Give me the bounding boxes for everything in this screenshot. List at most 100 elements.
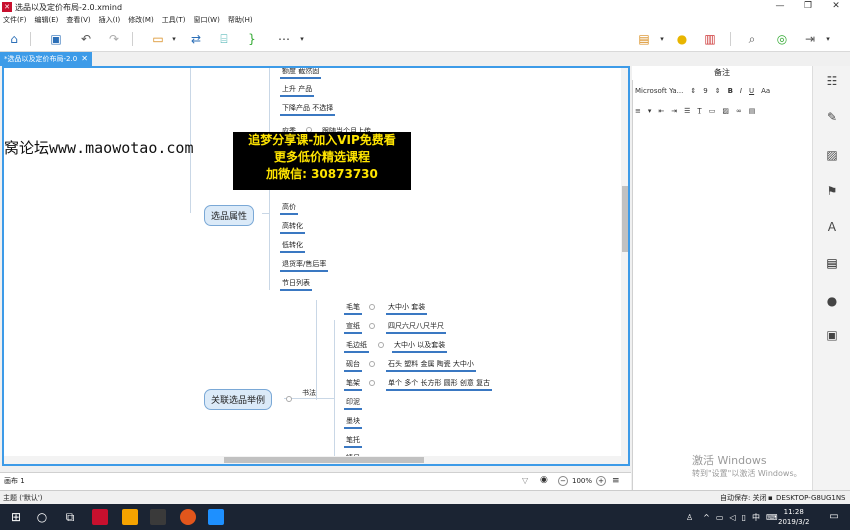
marker-flag-icon[interactable]: ⚑ bbox=[825, 184, 839, 198]
collapse-toggle[interactable] bbox=[286, 396, 292, 402]
leaf-topic[interactable]: 笔架 bbox=[344, 378, 362, 391]
collapse-toggle[interactable] bbox=[369, 380, 375, 386]
paste-icon[interactable]: ▤ bbox=[749, 107, 756, 115]
leaf-topic[interactable]: 宣纸 bbox=[344, 321, 362, 334]
people-icon[interactable]: ♙ bbox=[686, 513, 693, 522]
save-icon[interactable]: ▣ bbox=[48, 31, 64, 47]
leaf-topic[interactable]: 笔托 bbox=[344, 435, 362, 448]
bold-button[interactable]: B bbox=[728, 87, 733, 95]
app-taskbar-icon[interactable] bbox=[122, 509, 138, 525]
zoom-out-button[interactable]: − bbox=[558, 476, 568, 486]
menu-file[interactable]: 文件(F) bbox=[3, 15, 27, 25]
leaf-topic[interactable]: 高转化 bbox=[280, 221, 305, 234]
font-family-dropdown-icon[interactable]: ⇕ bbox=[690, 87, 696, 95]
text-color-icon[interactable]: ▭ bbox=[709, 107, 716, 115]
redo-icon[interactable]: ↷ bbox=[106, 31, 122, 47]
collapse-toggle[interactable] bbox=[369, 361, 375, 367]
clear-format-icon[interactable]: Ṯ bbox=[697, 107, 701, 115]
image-icon[interactable]: ▨ bbox=[825, 148, 839, 162]
format-brush-icon[interactable]: ✎ bbox=[825, 110, 839, 124]
share-icon[interactable]: ◎ bbox=[774, 31, 790, 47]
undo-icon[interactable]: ↶ bbox=[78, 31, 94, 47]
volume-icon[interactable]: ◁ bbox=[729, 513, 735, 522]
zoom-in-button[interactable]: + bbox=[596, 476, 607, 486]
menu-insert[interactable]: 插入(I) bbox=[99, 15, 121, 25]
leaf-topic[interactable]: 额度 截然固 bbox=[280, 68, 322, 79]
eye-icon[interactable]: ◉ bbox=[540, 475, 548, 485]
leaf-topic[interactable]: 上升 产品 bbox=[280, 84, 315, 97]
vertical-scroll-thumb[interactable] bbox=[622, 186, 628, 252]
leaf-topic[interactable]: 节日列表 bbox=[280, 278, 312, 291]
menu-tools[interactable]: 工具(T) bbox=[162, 15, 186, 25]
search-icon[interactable]: ⌕ bbox=[744, 31, 760, 47]
menu-modify[interactable]: 修改(M) bbox=[128, 15, 154, 25]
indent-increase-icon[interactable]: ⇥ bbox=[671, 107, 677, 115]
horizontal-scroll-thumb[interactable] bbox=[224, 457, 424, 463]
more-icon[interactable]: ⋯ bbox=[276, 31, 292, 47]
tab-document[interactable]: *选品以及定价布局-2.0 ✕ bbox=[0, 52, 92, 66]
main-topic-related-examples[interactable]: 关联选品举例 bbox=[204, 389, 273, 410]
summary-icon[interactable]: } bbox=[244, 31, 260, 47]
browser-taskbar-icon[interactable] bbox=[180, 509, 196, 525]
insert-image-icon[interactable]: ▨ bbox=[722, 107, 729, 115]
menu-window[interactable]: 窗口(W) bbox=[193, 15, 219, 25]
notification-icon[interactable]: ▭ bbox=[826, 509, 842, 525]
mindmap-canvas[interactable]: 额度 截然固 上升 产品 下降产品 不选择 应季 跟随当个月上传 窝论坛www.… bbox=[2, 66, 630, 466]
more-dropdown-icon[interactable]: ▾ bbox=[294, 31, 310, 47]
tab-close-icon[interactable]: ✕ bbox=[81, 52, 88, 66]
underline-button[interactable]: U bbox=[749, 87, 754, 95]
app-taskbar-icon[interactable] bbox=[208, 509, 224, 525]
filter-icon[interactable]: ▽ bbox=[522, 476, 528, 485]
export-icon[interactable]: ⇥ bbox=[802, 31, 818, 47]
indent-decrease-icon[interactable]: ⇤ bbox=[658, 107, 664, 115]
main-topic-product-attributes[interactable]: 选品属性 bbox=[204, 205, 255, 226]
close-button[interactable]: ✕ bbox=[822, 0, 850, 14]
leaf-topic[interactable]: 毛边纸 bbox=[344, 340, 369, 353]
branch-calligraphy[interactable]: 书法 bbox=[302, 388, 316, 398]
align-icon[interactable]: ≡ bbox=[635, 107, 641, 115]
list-icon[interactable]: ☰ bbox=[684, 107, 690, 115]
relationship-icon[interactable]: ⇄ bbox=[188, 31, 204, 47]
presentation-icon[interactable]: ▤ bbox=[636, 31, 652, 47]
leaf-topic[interactable]: 墨块 bbox=[344, 416, 362, 429]
font-size-dropdown-icon[interactable]: ⇕ bbox=[715, 87, 721, 95]
sheet-tab[interactable]: 画布 1 bbox=[4, 476, 25, 486]
leaf-detail[interactable]: 石头 塑料 金属 陶瓷 大中小 bbox=[386, 359, 476, 372]
vertical-scrollbar[interactable] bbox=[621, 68, 628, 464]
leaf-topic[interactable]: 砚台 bbox=[344, 359, 362, 372]
brainstorm-bulb-icon[interactable]: ● bbox=[674, 31, 690, 47]
keyboard-icon[interactable]: ⌨ bbox=[766, 513, 778, 522]
leaf-topic[interactable]: 退货率/售后率 bbox=[280, 259, 329, 272]
app-taskbar-icon[interactable] bbox=[150, 509, 166, 525]
leaf-topic[interactable]: 低转化 bbox=[280, 240, 305, 253]
taskbar-clock[interactable]: 11:28 2019/3/2 bbox=[778, 507, 809, 527]
topic-icon[interactable]: ▭ bbox=[150, 31, 166, 47]
autosave-status[interactable]: 自动保存: 关闭 bbox=[720, 491, 767, 505]
style-aa-icon[interactable]: Ａ bbox=[825, 220, 839, 234]
topic-dropdown-icon[interactable]: ▾ bbox=[166, 31, 182, 47]
leaf-detail[interactable]: 大中小 套装 bbox=[386, 302, 428, 315]
menu-view[interactable]: 查看(V) bbox=[66, 15, 90, 25]
leaf-topic[interactable]: 高价 bbox=[280, 202, 298, 215]
leaf-detail[interactable]: 大中小 以及套装 bbox=[392, 340, 448, 353]
leaf-detail[interactable]: 四尺六尺八尺半尺 bbox=[386, 321, 446, 334]
fit-map-icon[interactable]: ≡ bbox=[612, 476, 620, 486]
link-icon[interactable]: ∞ bbox=[736, 107, 742, 115]
italic-button[interactable]: I bbox=[740, 87, 742, 95]
maximize-button[interactable]: ❐ bbox=[794, 0, 822, 14]
outline-icon[interactable]: ☷ bbox=[825, 74, 839, 88]
horizontal-scrollbar[interactable] bbox=[4, 456, 621, 464]
font-case-button[interactable]: Aa bbox=[761, 87, 770, 95]
export-dropdown-icon[interactable]: ▾ bbox=[820, 31, 836, 47]
minimize-button[interactable]: — bbox=[766, 0, 794, 14]
collapse-toggle[interactable] bbox=[369, 323, 375, 329]
menu-help[interactable]: 帮助(H) bbox=[228, 15, 253, 25]
gantt-icon[interactable]: ▥ bbox=[702, 31, 718, 47]
search-circle-icon[interactable]: ○ bbox=[34, 509, 50, 525]
tray-chevron-icon[interactable]: ^ bbox=[703, 513, 710, 522]
leaf-topic[interactable]: 毛笔 bbox=[344, 302, 362, 315]
boundary-icon[interactable]: ⌸ bbox=[216, 31, 232, 47]
align-dropdown-icon[interactable]: ▾ bbox=[648, 107, 652, 115]
input-language[interactable]: 中 bbox=[752, 512, 760, 523]
task-view-icon[interactable]: ⧉ bbox=[62, 509, 78, 525]
